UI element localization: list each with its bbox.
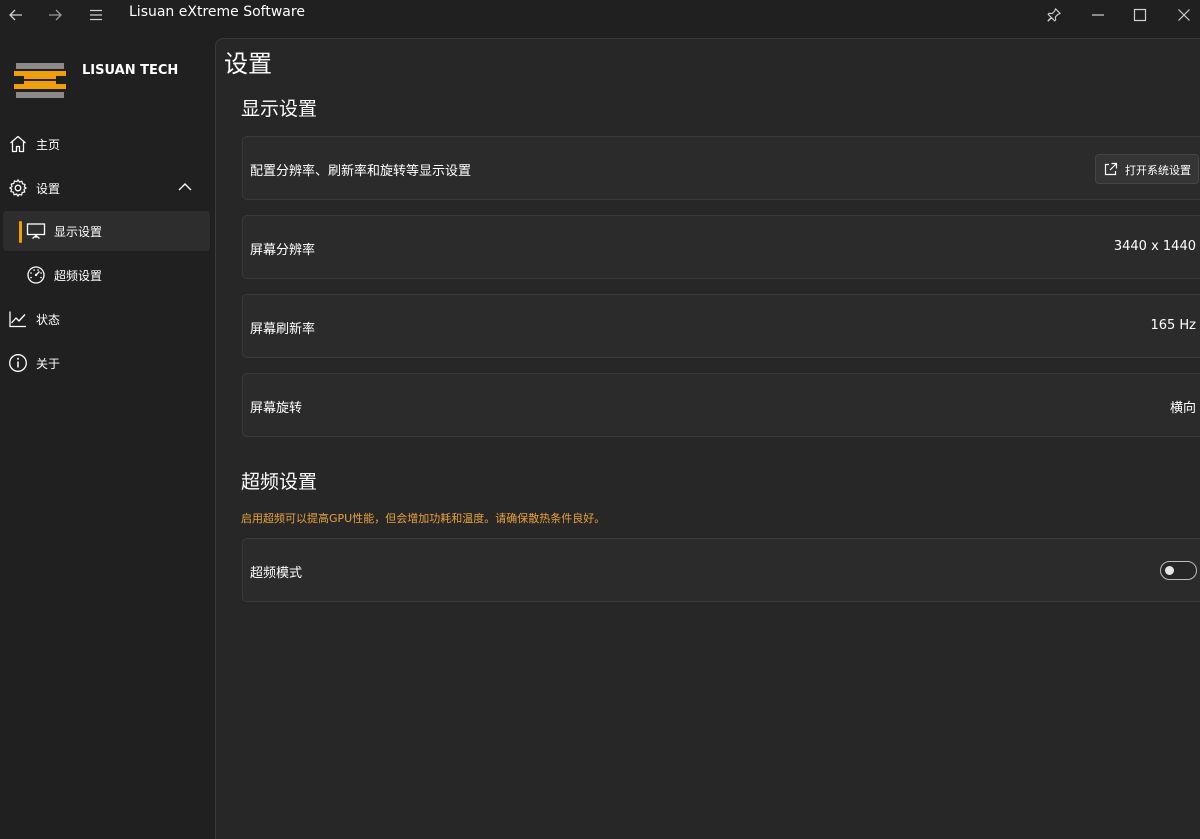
open-system-settings-label: 打开系统设置	[1125, 164, 1191, 177]
page-title: 设置	[224, 50, 272, 78]
resolution-value: 3440 x 1440	[1113, 239, 1196, 254]
sidebar-item-overclock-settings[interactable]: 超频设置	[3, 255, 210, 295]
sidebar-item-settings[interactable]: 设置	[3, 168, 210, 208]
rotation-label: 屏幕旋转	[250, 401, 303, 416]
title-bar: Lisuan eXtreme Software	[0, 0, 1200, 30]
sidebar-item-status[interactable]: 状态	[3, 299, 210, 339]
rotation-value: 横向	[1169, 401, 1196, 416]
resolution-label: 屏幕分辨率	[250, 243, 316, 258]
sidebar-item-label: 设置	[36, 182, 61, 196]
minimize-button[interactable]	[1084, 0, 1112, 30]
sidebar-item-label: 超频设置	[54, 269, 103, 283]
sidebar-item-label: 显示设置	[54, 225, 103, 239]
overclock-warning: 启用超频可以提高GPU性能，但会增加功耗和温度。请确保散热条件良好。	[241, 512, 606, 525]
display-config-card: 配置分辨率、刷新率和旋转等显示设置 打开系统设置	[242, 136, 1200, 200]
overclock-mode-card: 超频模式	[242, 538, 1200, 602]
sidebar-item-about[interactable]: 关于	[3, 343, 210, 383]
brand-name: LISUAN TECH	[82, 63, 179, 78]
maximize-button[interactable]	[1126, 0, 1154, 30]
forward-button[interactable]	[41, 0, 69, 30]
gauge-icon	[27, 266, 45, 284]
maximize-icon	[1133, 8, 1147, 22]
overclock-section-title: 超频设置	[241, 471, 318, 493]
display-config-label: 配置分辨率、刷新率和旋转等显示设置	[250, 164, 472, 179]
selection-indicator	[19, 221, 22, 243]
open-system-settings-button[interactable]: 打开系统设置	[1095, 154, 1199, 184]
home-icon	[10, 135, 26, 153]
refresh-rate-value: 165 Hz	[1150, 318, 1196, 333]
sidebar-item-label: 主页	[36, 138, 61, 152]
lisuan-logo	[14, 63, 66, 103]
overclock-mode-toggle[interactable]	[1160, 561, 1197, 580]
forward-arrow-icon	[49, 9, 62, 21]
app-title: Lisuan eXtreme Software	[129, 4, 305, 20]
close-icon	[1178, 9, 1190, 21]
gear-icon	[9, 179, 27, 197]
refresh-rate-label: 屏幕刷新率	[250, 322, 316, 337]
menu-icon	[90, 9, 102, 21]
back-button[interactable]	[2, 0, 30, 30]
chart-line-icon	[9, 311, 26, 328]
refresh-rate-card: 屏幕刷新率 165 Hz	[242, 294, 1200, 358]
pin-button[interactable]	[1040, 0, 1068, 30]
resolution-card: 屏幕分辨率 3440 x 1440	[242, 215, 1200, 279]
info-icon	[9, 354, 27, 372]
toggle-knob	[1165, 566, 1174, 575]
display-section-title: 显示设置	[241, 98, 318, 120]
menu-button[interactable]	[82, 0, 110, 30]
sidebar-item-display-settings[interactable]: 显示设置	[3, 211, 210, 251]
external-link-icon	[1104, 162, 1118, 176]
monitor-icon	[26, 223, 46, 239]
back-arrow-icon	[9, 9, 22, 21]
overclock-mode-label: 超频模式	[250, 566, 303, 581]
chevron-up-icon[interactable]	[177, 181, 193, 193]
rotation-card: 屏幕旋转 横向	[242, 373, 1200, 437]
sidebar-item-label: 状态	[36, 313, 61, 327]
sidebar-item-label: 关于	[36, 357, 61, 371]
sidebar-item-home[interactable]: 主页	[3, 124, 210, 164]
pin-icon	[1047, 8, 1061, 22]
minimize-icon	[1092, 14, 1104, 16]
close-button[interactable]	[1170, 0, 1198, 30]
